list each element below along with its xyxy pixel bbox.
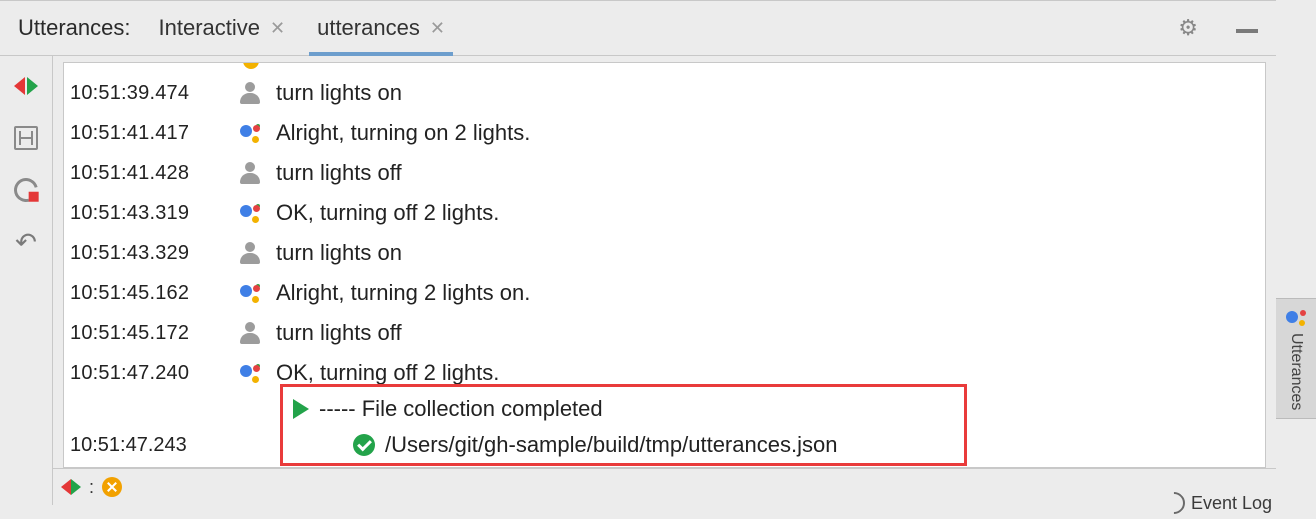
log-message: OK, turning off 2 lights. [270,360,499,386]
tab-label: utterances [317,15,420,41]
assistant-icon [230,363,270,383]
event-log-button[interactable]: Event Log [1163,492,1272,514]
log-message: turn lights off [270,320,402,346]
log-row: 10:51:41.417 Alright, turning on 2 lights… [64,113,1265,153]
utterances-tool-window: Utterances: Interactive ✕ utterances ✕ ⚙… [0,0,1276,505]
assistant-icon [230,203,270,223]
console-output[interactable]: 10:51:39.474 turn lights on 10:51:41.417 Al… [63,62,1266,468]
log-message: Alright, turning on 2 lights. [270,120,530,146]
layout-icon[interactable] [14,126,38,150]
timestamp: 10:51:43.329 [70,242,230,265]
utterances-side-tab[interactable]: Utterances [1276,298,1316,419]
log-message: turn lights on [270,80,402,106]
timestamp: 10:51:39.474 [70,82,230,105]
tab-label: Interactive [159,15,261,41]
timestamp: 10:51:41.428 [70,162,230,185]
console-area: 10:51:39.474 turn lights on 10:51:41.417 Al… [53,56,1276,505]
assistant-icon-peek [243,62,259,69]
person-icon [230,322,270,344]
diff-icon[interactable] [14,74,38,98]
checkmark-icon [353,434,375,456]
log-row: 10:51:45.172 turn lights off [64,313,1265,353]
gear-icon[interactable]: ⚙ [1178,15,1198,41]
assistant-icon [1286,307,1306,327]
log-row: 10:51:43.329 turn lights on [64,233,1265,273]
play-icon [293,399,309,419]
error-icon[interactable] [102,477,122,497]
assistant-icon [230,283,270,303]
file-collection-path: /Users/git/gh-sample/build/tmp/utterance… [385,432,837,458]
timestamp: 10:51:45.172 [70,322,230,345]
utterances-side-tab-label: Utterances [1287,333,1305,410]
event-log-label: Event Log [1191,493,1272,514]
timestamp: 10:51:45.162 [70,282,230,305]
event-log-icon [1158,487,1189,518]
status-bar: : [53,468,1276,505]
person-icon [230,162,270,184]
log-row: 10:51:41.428 turn lights off [64,153,1265,193]
diff-icon[interactable] [61,477,81,497]
timestamp: 10:51:47.243 [70,434,187,457]
file-collection-highlight: ----- File collection completed /Users/g… [280,384,967,466]
file-collection-status: ----- File collection completed [319,396,603,422]
log-message: turn lights on [270,240,402,266]
person-icon [230,82,270,104]
refresh-icon[interactable] [10,174,43,207]
close-icon[interactable]: ✕ [430,18,445,39]
log-message: OK, turning off 2 lights. [270,200,499,226]
tab-utterances[interactable]: utterances ✕ [313,1,449,55]
log-row: 10:51:43.319 OK, turning off 2 lights. [64,193,1265,233]
tool-window-header: Utterances: Interactive ✕ utterances ✕ ⚙ [0,1,1276,56]
log-row: 10:51:45.162 Alright, turning 2 lights on… [64,273,1265,313]
log-message: Alright, turning 2 lights on. [270,280,530,306]
assistant-icon [230,123,270,143]
undo-icon[interactable]: ↶ [14,230,38,254]
timestamp: 10:51:47.240 [70,362,230,385]
hide-panel-icon[interactable] [1236,29,1258,33]
panel-title: Utterances: [18,15,131,41]
log-message: turn lights off [270,160,402,186]
person-icon [230,242,270,264]
right-gutter: Utterances [1275,0,1316,504]
timestamp: 10:51:43.319 [70,202,230,225]
timestamp: 10:51:41.417 [70,122,230,145]
status-text: : [89,477,94,498]
tool-window-gutter: ↶ [0,56,53,505]
tab-interactive[interactable]: Interactive ✕ [155,1,290,55]
close-icon[interactable]: ✕ [270,18,285,39]
log-row: 10:51:39.474 turn lights on [64,73,1265,113]
